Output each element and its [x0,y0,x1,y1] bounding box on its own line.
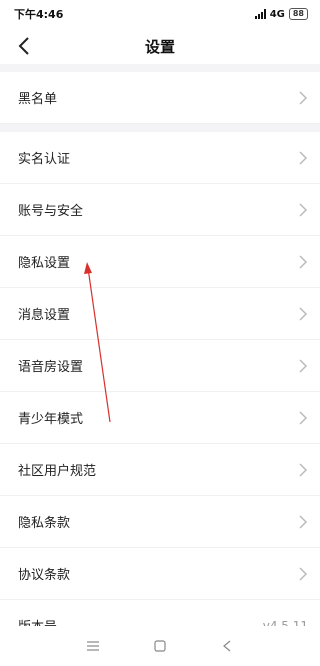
settings-section-1: 黑名单 [0,72,320,124]
back-button[interactable] [12,34,36,58]
settings-item-label: 青少年模式 [18,412,84,427]
settings-item-label: 消息设置 [18,308,71,323]
status-time: 下午4:46 [14,8,64,21]
chevron-right-icon [298,358,308,373]
system-nav-bar [0,626,320,666]
chevron-right-icon [298,514,308,529]
settings-item-label: 黑名单 [18,92,58,107]
back-arrow-icon [18,37,29,55]
settings-item-label: 隐私设置 [18,256,71,271]
status-bar: 下午4:46 4G 88 [0,0,320,28]
settings-item-community-rules[interactable]: 社区用户规范 [0,444,320,496]
battery-level: 88 [292,9,304,18]
settings-item-teen-mode[interactable]: 青少年模式 [0,392,320,444]
settings-item-privacy[interactable]: 隐私设置 [0,236,320,288]
settings-item-agreement-terms[interactable]: 协议条款 [0,548,320,600]
chevron-right-icon [298,306,308,321]
settings-item-label: 社区用户规范 [18,464,97,479]
settings-item-label: 隐私条款 [18,516,71,531]
battery-icon: 88 [288,8,308,20]
signal-icon [254,9,266,19]
settings-item-real-name[interactable]: 实名认证 [0,132,320,184]
settings-item-privacy-terms[interactable]: 隐私条款 [0,496,320,548]
back-nav-icon[interactable] [212,631,242,661]
section-divider [0,124,320,132]
menu-icon[interactable] [78,631,108,661]
home-icon[interactable] [145,631,175,661]
section-divider [0,64,320,72]
settings-item-account-security[interactable]: 账号与安全 [0,184,320,236]
chevron-right-icon [298,254,308,269]
chevron-right-icon [298,462,308,477]
settings-section-2: 实名认证 账号与安全 隐私设置 消息设置 语音房设置 青少年模式 社区用户规范 … [0,132,320,652]
status-icons: 4G 88 [254,8,308,20]
chevron-right-icon [298,90,308,105]
settings-item-label: 协议条款 [18,568,71,583]
chevron-right-icon [298,410,308,425]
settings-item-label: 语音房设置 [18,360,84,375]
settings-item-messages[interactable]: 消息设置 [0,288,320,340]
network-type: 4G [269,8,285,20]
settings-item-label: 账号与安全 [18,204,84,219]
nav-bar: 设置 [0,28,320,64]
settings-item-label: 实名认证 [18,152,71,167]
settings-item-blacklist[interactable]: 黑名单 [0,72,320,124]
chevron-right-icon [298,202,308,217]
chevron-right-icon [298,566,308,581]
chevron-right-icon [298,150,308,165]
page-title: 设置 [144,37,175,56]
settings-item-voice-room[interactable]: 语音房设置 [0,340,320,392]
